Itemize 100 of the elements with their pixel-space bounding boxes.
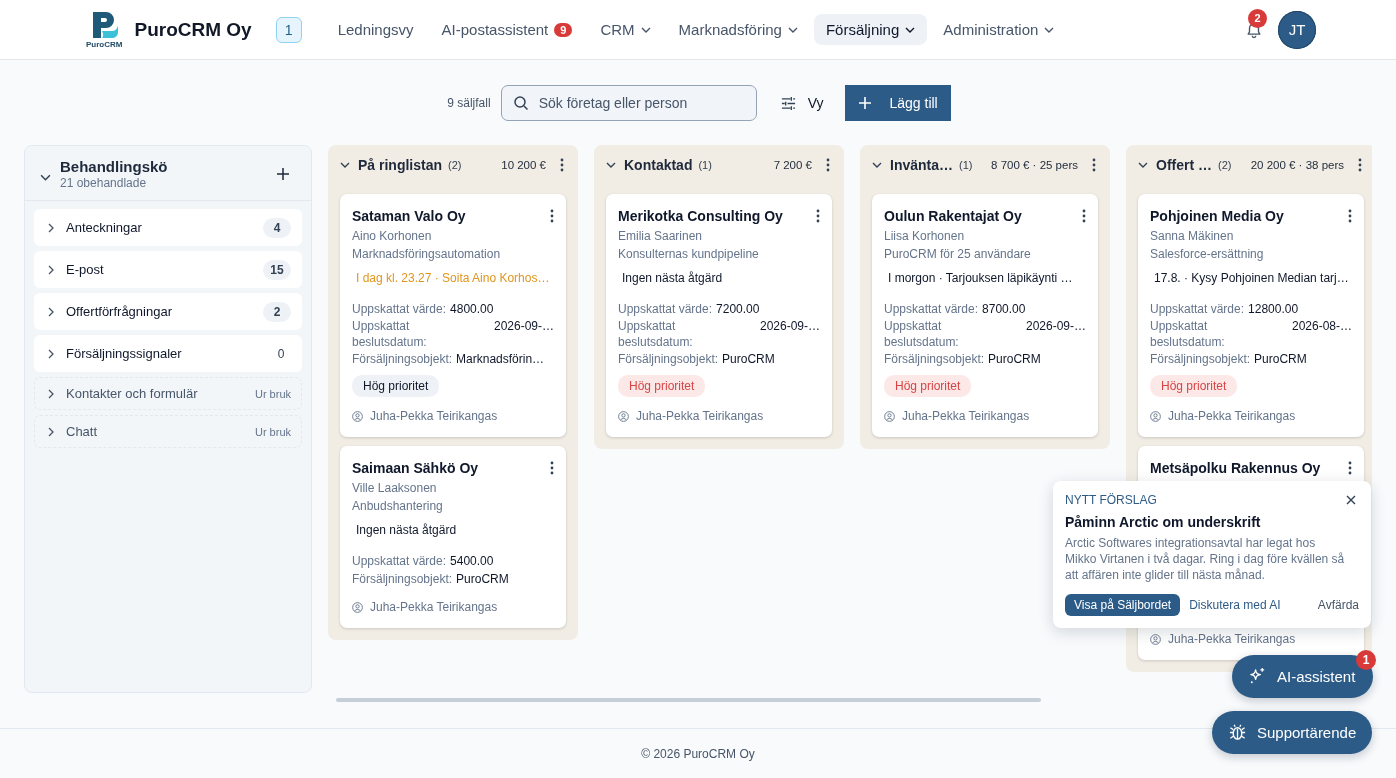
chevron-down-icon [640, 26, 651, 33]
chevron-down-icon[interactable] [1138, 162, 1148, 168]
chevron-right-icon [48, 264, 54, 275]
column-title: Invänta… [890, 157, 953, 173]
more-icon[interactable] [1348, 461, 1352, 475]
field-label: Uppskattat beslutsdatum: [618, 318, 694, 350]
item-count: 2 [263, 301, 291, 322]
deal-card[interactable] [1138, 194, 1364, 437]
field-label: Uppskattat värde: [352, 301, 447, 318]
field-value: 2026-09-… [493, 318, 554, 335]
deal-card[interactable] [606, 194, 832, 437]
next-action: I dag kl. 23.27 · Soita Aino Korhos… [355, 270, 551, 287]
field-label: Uppskattat värde: [618, 301, 713, 318]
nav-item[interactable]: Marknadsföring [666, 14, 810, 45]
nav-item[interactable]: Ledningsvy [325, 14, 426, 45]
column-total: 10 200 € [501, 159, 546, 171]
queue-item[interactable]: Offertförfrågningar 2 [34, 293, 302, 330]
more-icon[interactable] [560, 158, 564, 172]
chevron-down-icon[interactable] [40, 173, 51, 181]
field-label: Uppskattat värde: [884, 301, 979, 318]
product-name: Marknadsföringsautomation [352, 246, 502, 263]
priority-tag: Hög prioritet [1150, 375, 1238, 397]
close-icon[interactable] [1346, 495, 1356, 505]
more-icon[interactable] [826, 158, 830, 172]
next-action: 17.8. · Kysy Pohjoinen Median tarj… [1153, 270, 1350, 287]
show-button[interactable]: Visa på Säljbordet [1065, 594, 1181, 616]
company-name: Metsäpolku Rakennus Oy [1150, 460, 1321, 476]
user-avatar[interactable]: JT [1278, 10, 1316, 49]
chevron-down-icon [787, 26, 798, 33]
chevron-right-icon [48, 306, 54, 317]
chevron-down-icon[interactable] [340, 162, 350, 168]
bug-icon [1228, 723, 1247, 742]
company-name: Saimaan Sähkö Oy [352, 460, 479, 476]
field-value: 8700.00 [982, 301, 1026, 318]
chevron-down-icon[interactable] [606, 162, 616, 168]
more-icon[interactable] [1092, 158, 1096, 172]
discuss-link[interactable]: Diskutera med AI [1189, 598, 1281, 612]
field-value: PuroCRM [722, 351, 775, 368]
chevron-right-icon [48, 388, 54, 399]
search-field[interactable]: Sök företag eller person [500, 85, 757, 121]
count-badge[interactable]: 1 [275, 16, 302, 43]
notification-badge: 1 [1356, 650, 1376, 670]
field-label: Försäljningsobjekt: [1150, 351, 1251, 368]
field-value: 2026-09-… [1025, 318, 1086, 335]
more-icon[interactable] [816, 209, 820, 223]
chevron-down-icon [905, 26, 916, 33]
item-count: 0 [276, 346, 286, 361]
queue-item[interactable]: Anteckningar 4 [34, 209, 302, 246]
support-button[interactable]: Supportärende [1212, 711, 1373, 754]
deal-card[interactable] [340, 194, 566, 437]
add-button[interactable]: Lägg till [845, 85, 951, 121]
queue-item[interactable]: E-post 15 [34, 251, 302, 288]
item-count: Ur bruk [254, 425, 291, 438]
company-name: Merikotka Consulting Oy [618, 208, 783, 224]
chevron-down-icon[interactable] [872, 162, 882, 168]
nav-item[interactable]: AI-postassistent 9 [429, 14, 585, 45]
popup-overline: NYTT FÖRSLAG [1065, 493, 1157, 507]
item-count: 15 [263, 259, 291, 280]
plus-icon [859, 97, 872, 109]
nav-item[interactable]: Försäljning [813, 14, 928, 45]
field-value: 2026-08-… [1291, 318, 1352, 335]
owner-name: Juha-Pekka Teirikangas [370, 600, 498, 614]
field-value: 7200.00 [716, 301, 760, 318]
user-icon [1150, 410, 1161, 422]
view-button[interactable]: Vy [772, 95, 832, 111]
item-count: Ur bruk [254, 387, 291, 400]
owner-name: Juha-Pekka Teirikangas [1168, 632, 1296, 646]
deal-card[interactable] [872, 194, 1098, 437]
field-value: Marknadsförin… [456, 351, 545, 368]
next-action: I morgon · Tarjouksen läpikäynti … [887, 270, 1074, 287]
more-icon[interactable] [550, 209, 554, 223]
field-value: 5400.00 [450, 553, 494, 570]
field-label: Försäljningsobjekt: [884, 351, 985, 368]
priority-tag: Hög prioritet [352, 375, 440, 397]
next-action: Ingen nästa åtgärd [355, 522, 458, 539]
field-label: Försäljningsobjekt: [618, 351, 719, 368]
contact-name: Aino Korhonen [352, 228, 433, 245]
deal-count: 9 säljfall [447, 96, 491, 110]
product-name: Salesforce-ersättning [1150, 246, 1265, 263]
field-value: PuroCRM [1254, 351, 1307, 368]
logo[interactable]: PuroCRM [86, 10, 123, 49]
more-icon[interactable] [1348, 209, 1352, 223]
more-icon[interactable] [1358, 158, 1362, 172]
queue-label: Anteckningar [66, 220, 143, 235]
more-icon[interactable] [550, 461, 554, 475]
queue-label: Kontakter och formulär [66, 386, 199, 401]
dismiss-link[interactable]: Avfärda [1317, 598, 1359, 612]
queue-item[interactable]: Försäljningssignaler 0 [34, 335, 302, 372]
sparkle-icon [1248, 667, 1267, 686]
nav-item[interactable]: CRM [588, 14, 663, 45]
field-label: Försäljningsobjekt: [352, 571, 453, 588]
scrollbar[interactable] [336, 698, 1041, 702]
chevron-right-icon [48, 426, 54, 437]
deal-card[interactable]: Saimaan Sähkö Oy Ville Laaksonen Anbudshantering Ingen nästa åtgärd Uppskattat värde: 5400.00 Försäljningsobjekt: PuroCRM Juha-Pekka Teirikangas [340, 446, 566, 628]
item-count: 4 [263, 217, 291, 238]
add-icon[interactable] [277, 168, 289, 180]
more-icon[interactable] [1082, 209, 1086, 223]
nav-item[interactable]: Administration [931, 14, 1067, 45]
column-total: 8 700 € · 25 pers [991, 159, 1078, 171]
chevron-right-icon [48, 222, 54, 233]
